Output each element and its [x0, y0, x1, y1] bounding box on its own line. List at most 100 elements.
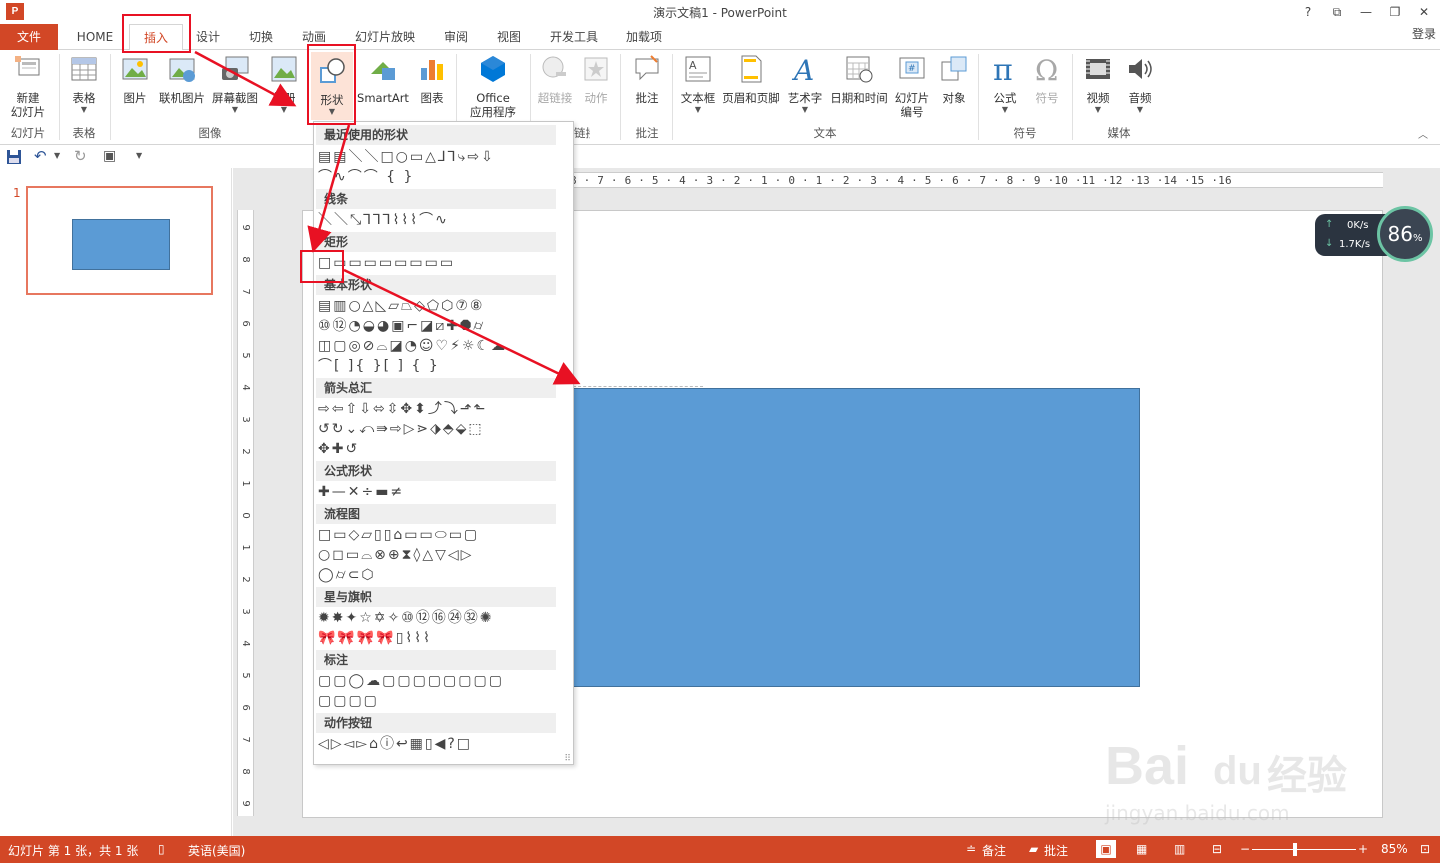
notes-icon[interactable]: ≐: [966, 842, 976, 856]
callouts-row[interactable]: ▢▢▢▢: [318, 692, 560, 710]
recent-shapes-row[interactable]: ▤▤＼＼□○▭△⅃⅂⤷⇨⇩: [318, 148, 560, 166]
table-button[interactable]: 表格 ▼: [64, 54, 104, 114]
rectangle-shape[interactable]: [573, 388, 1140, 687]
svg-text:Ω: Ω: [1035, 54, 1058, 84]
action-button[interactable]: 动作: [578, 54, 614, 105]
status-bar: 幻灯片 第 1 张，共 1 张 ▯ 英语(美国) ≐ 备注 ▰ 批注 ▣ ▦ ▥…: [0, 836, 1440, 863]
minimize-button[interactable]: —: [1355, 3, 1377, 21]
normal-view-icon[interactable]: ▣: [1096, 840, 1116, 858]
photo-album-button[interactable]: 相册 ▼: [264, 54, 304, 114]
audio-button[interactable]: 音频 ▼: [1120, 54, 1160, 114]
block-arrows-row[interactable]: ✥✚↺: [318, 440, 560, 458]
flowchart-row[interactable]: ○◻▭⌓⊗⊕⧗◊△▽◁▷: [318, 546, 560, 564]
recent-shapes-row[interactable]: ⌒∿⌒⌒ { }: [318, 168, 560, 186]
equation-button[interactable]: π 公式 ▼: [984, 53, 1026, 114]
tab-addins[interactable]: 加载项: [616, 24, 672, 50]
stars-banners-row[interactable]: ✹✸✦☆✡✧⑩⑫⑯㉔㉜✺: [318, 609, 560, 627]
resize-grip-icon[interactable]: ⠿: [564, 754, 571, 764]
datetime-button[interactable]: 日期和时间: [828, 54, 890, 105]
close-button[interactable]: ✕: [1413, 3, 1435, 21]
comments-icon[interactable]: ▰: [1029, 842, 1038, 856]
ribbon-insert: 新建 幻灯片 幻灯片 表格 ▼ 表格 图片 联机图片 屏幕截图 ▼ 相册 ▼ 图…: [0, 50, 1440, 145]
hyperlink-button[interactable]: 超链接: [534, 54, 576, 105]
textbox-button[interactable]: A 文本框 ▼: [678, 54, 718, 114]
zoom-slider-track[interactable]: [1252, 849, 1356, 850]
group-table-label: 表格: [72, 126, 96, 140]
comment-button[interactable]: 批注: [626, 54, 668, 105]
restore-button[interactable]: ❐: [1384, 3, 1406, 21]
tab-design[interactable]: 设计: [185, 24, 231, 50]
video-label: 视频: [1086, 91, 1110, 105]
comments-button[interactable]: 批注: [1044, 842, 1068, 859]
action-buttons-row[interactable]: ◁▷◅▻⌂ⓘ↩▦▯◀?□: [318, 735, 560, 753]
lines-row[interactable]: ＼＼⤡⅂⅂⅂⌇⌇⌇⌒∿: [318, 211, 560, 229]
online-picture-button[interactable]: 联机图片: [156, 54, 208, 105]
vertical-ruler-label: 7: [240, 736, 251, 743]
basic-shapes-row[interactable]: ◫▢◎⊘⌓◪◔☺♡⚡☼☾☁: [318, 337, 560, 355]
pi-icon: π: [993, 53, 1013, 88]
header-footer-icon: [741, 55, 762, 83]
new-slide-button[interactable]: 新建 幻灯片: [4, 54, 52, 119]
header-footer-button[interactable]: 页眉和页脚: [720, 54, 782, 105]
section-stars-banners: 星与旗帜: [316, 587, 556, 607]
tab-home[interactable]: HOME: [68, 24, 122, 50]
network-monitor-widget[interactable]: ↑ 0K/s ↓ 1.7K/s 86%: [1315, 206, 1434, 262]
stars-banners-row[interactable]: 🎀🎀🎀🎀▯⌇⌇⌇: [318, 629, 560, 647]
save-icon[interactable]: [6, 149, 22, 165]
object-button[interactable]: 对象: [936, 54, 972, 105]
tab-transitions[interactable]: 切换: [238, 24, 284, 50]
notes-button[interactable]: 备注: [982, 842, 1006, 859]
basic-shapes-row[interactable]: ⌒[ ]{ }[ ] { }: [318, 357, 560, 375]
sign-in-link[interactable]: 登录: [1412, 24, 1436, 44]
equation-shapes-row[interactable]: ✚—✕÷▬≠: [318, 483, 560, 501]
quick-access-toolbar: ↶ ▼ ↻ ▣ ▼: [0, 146, 1440, 168]
tab-review[interactable]: 审阅: [433, 24, 479, 50]
slideshow-view-icon[interactable]: ⊟: [1212, 842, 1222, 856]
spellcheck-icon[interactable]: ▯: [158, 842, 165, 856]
language-indicator[interactable]: 英语(美国): [188, 842, 245, 859]
wordart-button[interactable]: A 艺术字 ▼: [784, 54, 826, 114]
speaker-icon: [1129, 59, 1152, 79]
symbol-button[interactable]: Ω 符号: [1028, 54, 1066, 105]
collapse-ribbon-icon[interactable]: ︿: [1418, 126, 1428, 141]
reading-view-icon[interactable]: ▥: [1174, 842, 1185, 856]
start-slideshow-icon[interactable]: ▣: [103, 148, 116, 164]
smartart-button[interactable]: SmartArt: [356, 54, 410, 105]
callouts-row[interactable]: ▢▢◯☁▢▢▢▢▢▢▢▢: [318, 672, 560, 690]
slide-sorter-icon[interactable]: ▦: [1136, 842, 1147, 856]
office-apps-button[interactable]: Office 应用程序: [460, 54, 526, 119]
picture-button[interactable]: 图片: [116, 54, 154, 105]
wordart-icon: A: [791, 54, 814, 87]
basic-shapes-row[interactable]: ▤▥○△◺▱⏢◇⬠⬡⑦⑧: [318, 297, 560, 315]
slide-thumbnail[interactable]: [26, 186, 213, 295]
undo-icon[interactable]: ↶: [34, 147, 47, 165]
flowchart-row[interactable]: □▭◇▱▯▯⌂▭▭⬭▭▢: [318, 526, 560, 544]
rectangles-row[interactable]: □▭▭▭▭▭▭▭▭: [318, 254, 560, 272]
chevron-down-icon[interactable]: ▼: [54, 151, 60, 160]
customize-qat-icon[interactable]: ▼: [136, 151, 142, 160]
tab-developer[interactable]: 开发工具: [542, 24, 606, 50]
help-button[interactable]: ?: [1297, 3, 1319, 21]
zoom-out-button[interactable]: −: [1240, 842, 1250, 856]
fit-to-window-icon[interactable]: ⊡: [1420, 842, 1430, 856]
block-arrows-row[interactable]: ↺↻⌄⤺⇛⇨▷⋗⬗⬘⬙⬚: [318, 420, 560, 438]
redo-icon[interactable]: ↻: [74, 147, 87, 165]
video-button[interactable]: 视频 ▼: [1078, 54, 1118, 114]
basic-shapes-row[interactable]: ⑩⑫◔◒◕▣⌐◪⧄✚⯃⌭: [318, 317, 560, 335]
tab-file[interactable]: 文件: [0, 24, 58, 50]
tab-slideshow[interactable]: 幻灯片放映: [348, 24, 422, 50]
zoom-in-button[interactable]: +: [1358, 842, 1368, 856]
section-lines: 线条: [316, 189, 556, 209]
group-images-label: 图像: [198, 126, 222, 140]
ribbon-display-options-button[interactable]: ⧉: [1326, 3, 1348, 21]
chart-button[interactable]: 图表: [414, 54, 450, 105]
tab-view[interactable]: 视图: [486, 24, 532, 50]
flowchart-row[interactable]: ◯⌭⊂⬡: [318, 566, 560, 584]
zoom-level[interactable]: 85%: [1381, 842, 1408, 856]
block-arrows-row[interactable]: ⇨⇦⇧⇩⬄⇳✥⬍⤴⤵⬏⬑: [318, 400, 560, 418]
smartart-label: SmartArt: [357, 91, 409, 105]
slide-number-button[interactable]: # 幻灯片 编号: [892, 54, 932, 119]
zoom-slider-thumb[interactable]: [1293, 843, 1297, 856]
chevron-down-icon: ▼: [231, 105, 239, 114]
screenshot-button[interactable]: 屏幕截图 ▼: [210, 54, 260, 114]
